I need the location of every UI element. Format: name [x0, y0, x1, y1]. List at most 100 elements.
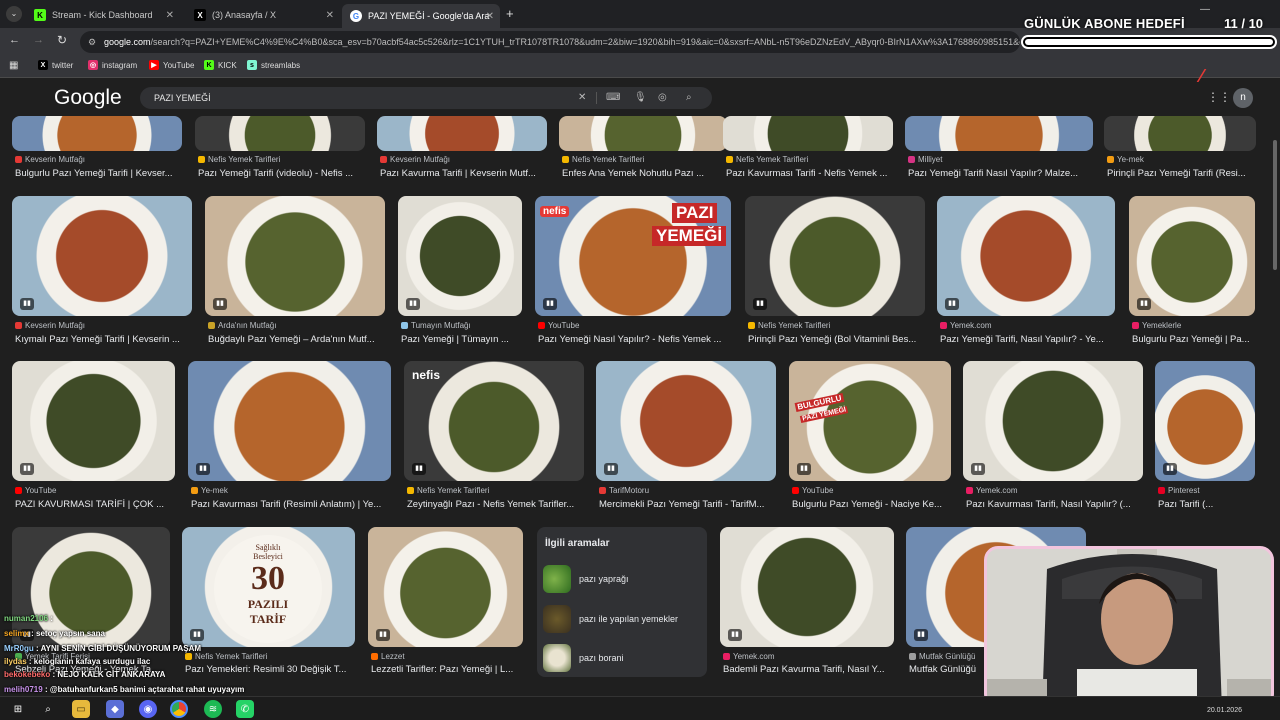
result-source[interactable]: Tumayın Mutfağı	[401, 321, 471, 330]
result-thumbnail[interactable]: ▮▮	[937, 196, 1115, 316]
bookmark-instagram[interactable]: ◎ instagram	[88, 60, 137, 70]
result-source[interactable]: Nefis Yemek Tarifleri	[748, 321, 830, 330]
clear-icon[interactable]: ✕	[578, 87, 586, 109]
image-result-card[interactable]: Ye-mek Pirinçli Pazı Yemeği Tarifi (Resi.…	[1104, 116, 1256, 180]
result-source[interactable]: Arda'nın Mutfağı	[208, 321, 276, 330]
result-title[interactable]: Pazı Yemeği Tarifi, Nasıl Yapılır? - Ye.…	[940, 334, 1118, 345]
result-title[interactable]: Bademli Pazı Kavurma Tarifi, Nasıl Y...	[723, 664, 897, 675]
related-item-pazi-yapragi[interactable]: pazı yaprağı	[543, 564, 701, 594]
result-thumbnail[interactable]: ▮▮	[368, 527, 523, 647]
image-result-card[interactable]: ▮▮ Yemeklerle Bulgurlu Pazı Yemeği | Pa...	[1129, 196, 1255, 346]
result-thumbnail[interactable]: ▮▮	[188, 361, 391, 481]
result-title[interactable]: Bulgurlu Pazı Yemeği | Pa...	[1132, 334, 1258, 345]
spotify-icon[interactable]: ≋	[204, 700, 222, 718]
image-result-card[interactable]: ▮▮ Ye-mek Pazı Kavurması Tarifi (Resimli A…	[188, 361, 391, 511]
lens-icon[interactable]: ◎	[658, 87, 667, 109]
result-thumbnail[interactable]: ▮▮	[963, 361, 1143, 481]
result-thumbnail[interactable]	[905, 116, 1093, 151]
result-title[interactable]: Pazı Yemeği Tarifi (videolu) - Nefis ...	[198, 168, 368, 179]
page-scrollbar[interactable]	[1272, 116, 1278, 696]
result-thumbnail[interactable]	[1104, 116, 1256, 151]
result-title[interactable]: PAZI KAVURMASI TARİFİ | ÇOK ...	[15, 499, 178, 510]
address-bar[interactable]: ⚙ google.com/search?q=PAZI+YEME%C4%9E%C4…	[80, 31, 1020, 53]
scrollbar-thumb[interactable]	[1273, 140, 1277, 270]
result-title[interactable]: Pazı Tarifi (...	[1158, 499, 1258, 510]
result-thumbnail[interactable]: ▮▮	[398, 196, 522, 316]
search-input[interactable]: PAZI YEMEĞİ ✕ ⌨ 🎙 ◎ ⌕	[140, 87, 712, 109]
result-thumbnail[interactable]: ▮▮	[596, 361, 776, 481]
result-title[interactable]: Bulgurlu Pazı Yemeği Tarifi | Kevser...	[15, 168, 185, 179]
site-info-icon[interactable]: ⚙	[88, 31, 96, 53]
result-title[interactable]: Pirinçli Pazı Yemeği (Bol Vitaminli Bes.…	[748, 334, 928, 345]
image-result-card[interactable]: ▮▮ Arda'nın Mutfağı Buğdaylı Pazı Yemeği –…	[205, 196, 385, 346]
bookmark-streamlabs[interactable]: s streamlabs	[247, 60, 300, 70]
close-icon[interactable]: ✕	[326, 10, 334, 21]
image-result-card[interactable]: ▮▮ Nefis Yemek Tarifleri Zeytinyağlı Pazı …	[404, 361, 584, 511]
result-source[interactable]: Nefis Yemek Tarifleri	[562, 155, 644, 164]
tab-search-button[interactable]: ⌄	[6, 6, 22, 22]
related-item-pazi-ile-yapilan-yemekler[interactable]: pazı ile yapılan yemekler	[543, 604, 701, 634]
forward-icon[interactable]: →	[33, 34, 44, 46]
result-source[interactable]: Ye-mek	[191, 486, 228, 495]
result-title[interactable]: Pazı Yemeği Nasıl Yapılır? - Nefis Yemek…	[538, 334, 734, 345]
result-thumbnail[interactable]: ▮▮	[12, 361, 175, 481]
apps-grid-icon[interactable]: ▦	[9, 60, 18, 71]
result-source[interactable]: Nefis Yemek Tarifleri	[407, 486, 489, 495]
result-thumbnail[interactable]: ▮▮	[720, 527, 894, 647]
result-title[interactable]: Pirinçli Pazı Yemeği Tarifi (Resi...	[1107, 168, 1259, 179]
bookmark-twitter[interactable]: X twitter	[38, 60, 73, 70]
result-title[interactable]: Pazı Kavurma Tarifi | Kevserin Mutf...	[380, 168, 550, 179]
result-thumbnail[interactable]: ▮▮	[12, 196, 192, 316]
result-title[interactable]: Pazı Kavurması Tarifi - Nefis Yemek ...	[726, 168, 896, 179]
related-item-pazi-borani[interactable]: pazı borani	[543, 643, 701, 673]
result-thumbnail[interactable]: ▮▮	[789, 361, 951, 481]
result-thumbnail[interactable]: ▮▮	[1129, 196, 1255, 316]
result-title[interactable]: Mercimekli Pazı Yemeği Tarifi - TarifM..…	[599, 499, 779, 510]
result-source[interactable]: Nefis Yemek Tarifleri	[198, 155, 280, 164]
image-result-card[interactable]: ▮▮ Tumayın Mutfağı Pazı Yemeği | Tümayın .…	[398, 196, 522, 346]
search-icon[interactable]: ⌕	[686, 87, 692, 109]
result-title[interactable]: Zeytinyağlı Pazı - Nefis Yemek Tarifler.…	[407, 499, 587, 510]
result-source[interactable]: Nefis Yemek Tarifleri	[726, 155, 808, 164]
result-source[interactable]: Yemek.com	[966, 486, 1018, 495]
app-icon[interactable]: ◆	[106, 700, 124, 718]
image-result-card[interactable]: ▮▮ Yemek.com Pazı Kavurması Tarifi, Nasıl …	[963, 361, 1143, 511]
image-result-card[interactable]: ▮▮ YouTube PAZI KAVURMASI TARİFİ | ÇOK ...	[12, 361, 175, 511]
result-title[interactable]: Pazı Yemekleri: Resimli 30 Değişik T...	[185, 664, 358, 675]
image-result-card[interactable]: ▮▮ Nefis Yemek Tarifleri Pirinçli Pazı Yem…	[745, 196, 925, 346]
google-logo[interactable]: Google	[54, 86, 122, 110]
image-result-card[interactable]: Kevserin Mutfağı Bulgurlu Pazı Yemeği Tar…	[12, 116, 182, 180]
image-result-card[interactable]: ▮▮ Yemek Tarifi Ferisi Sebzeli Pazı Yemeği…	[12, 527, 170, 676]
result-thumbnail[interactable]	[12, 116, 182, 151]
result-source[interactable]: Kevserin Mutfağı	[15, 321, 85, 330]
keyboard-icon[interactable]: ⌨	[606, 87, 620, 109]
google-apps-icon[interactable]: ⋮⋮	[1207, 90, 1231, 104]
bookmark-kick[interactable]: K KICK	[204, 60, 237, 70]
result-title[interactable]: Bulgurlu Pazı Yemeği - Naciye Ke...	[792, 499, 954, 510]
result-title[interactable]: Kıymalı Pazı Yemeği Tarifi | Kevserin ..…	[15, 334, 195, 345]
image-result-card[interactable]: ▮▮ Yemek.com Bademli Pazı Kavurma Tarifi, …	[720, 527, 894, 676]
image-result-card[interactable]: ▮▮ TarifMotoru Mercimekli Pazı Yemeği Tari…	[596, 361, 776, 511]
result-title[interactable]: Pazı Kavurması Tarifi (Resimli Anlatım) …	[191, 499, 394, 510]
result-thumbnail[interactable]	[559, 116, 727, 151]
tab-google-search[interactable]: G PAZI YEMEĞİ - Google'da Ara ✕	[342, 4, 500, 28]
result-title[interactable]: Pazı Kavurması Tarifi, Nasıl Yapılır? (.…	[966, 499, 1146, 510]
result-thumbnail[interactable]	[723, 116, 893, 151]
image-result-card[interactable]: Milliyet Pazı Yemeği Tarifi Nasıl Yapılır…	[905, 116, 1093, 180]
file-explorer-icon[interactable]: ▭	[72, 700, 90, 718]
result-title[interactable]: Pazı Yemeği Tarifi Nasıl Yapılır? Malze.…	[908, 168, 1096, 179]
tab-x-home[interactable]: X (3) Anasayfa / X ✕	[186, 4, 340, 26]
back-icon[interactable]: ←	[9, 34, 20, 46]
result-source[interactable]: Yemeklerle	[1132, 321, 1181, 330]
image-result-card[interactable]: Nefis Yemek Tarifleri Enfes Ana Yemek Noh…	[559, 116, 727, 180]
result-title[interactable]: Buğdaylı Pazı Yemeği – Arda'nın Mutf...	[208, 334, 388, 345]
image-result-card[interactable]: ▮▮ Kevserin Mutfağı Kıymalı Pazı Yemeği Ta…	[12, 196, 192, 346]
result-source[interactable]: Ye-mek	[1107, 155, 1144, 164]
minimize-button[interactable]: —	[1200, 4, 1210, 15]
result-source[interactable]: Pinterest	[1158, 486, 1200, 495]
account-avatar[interactable]: n	[1233, 88, 1253, 108]
result-source[interactable]: Lezzet	[371, 652, 405, 661]
result-source[interactable]: Kevserin Mutfağı	[380, 155, 450, 164]
image-result-card[interactable]: Nefis Yemek Tarifleri Pazı Yemeği Tarifi …	[195, 116, 365, 180]
close-icon[interactable]: ✕	[486, 11, 494, 22]
